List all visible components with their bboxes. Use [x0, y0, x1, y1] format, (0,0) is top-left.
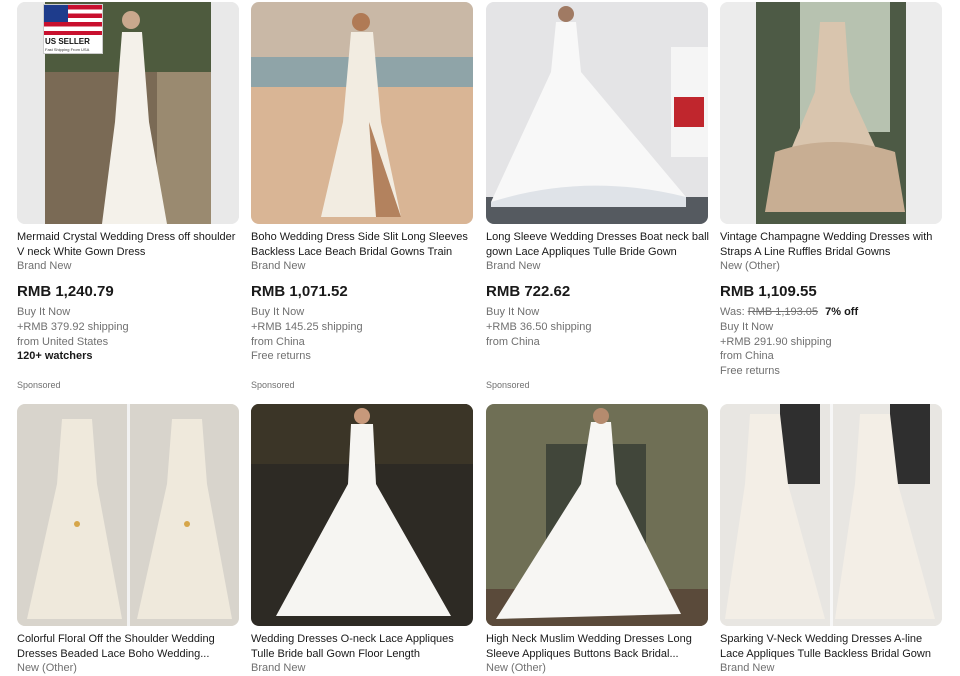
- dress-photo: [720, 404, 942, 626]
- listing-returns: Free returns: [251, 350, 311, 362]
- listing-image[interactable]: US SELLER Fast Shipping From USA: [17, 2, 239, 224]
- listing-image[interactable]: [486, 2, 708, 224]
- badge-label: US SELLER: [45, 37, 90, 46]
- listing-format: Buy It Now: [486, 306, 540, 318]
- listing-title[interactable]: Wedding Dresses O-neck Lace Appliques Tu…: [251, 632, 477, 662]
- listing-image[interactable]: [720, 404, 942, 626]
- listing-location: from China: [720, 350, 774, 362]
- listing-image[interactable]: [486, 404, 708, 626]
- listing-location: from United States: [17, 336, 109, 348]
- listing-title[interactable]: Colorful Floral Off the Shoulder Wedding…: [17, 632, 243, 662]
- sponsored-label: Sponsored: [251, 380, 295, 390]
- listing-title[interactable]: Long Sleeve Wedding Dresses Boat neck ba…: [486, 230, 712, 260]
- listing-shipping: +RMB 379.92 shipping: [17, 321, 129, 333]
- listing-returns: Free returns: [720, 365, 780, 377]
- listing-condition: New (Other): [17, 662, 77, 674]
- dress-photo: [720, 2, 942, 224]
- listing-condition: Brand New: [251, 662, 306, 674]
- listing-condition: New (Other): [486, 662, 546, 674]
- sponsored-label: Sponsored: [17, 380, 61, 390]
- listing-title[interactable]: Vintage Champagne Wedding Dresses with S…: [720, 230, 946, 260]
- listing-image[interactable]: [720, 2, 942, 224]
- listing-condition: Brand New: [720, 662, 775, 674]
- listing-condition: New (Other): [720, 260, 780, 272]
- listing-title[interactable]: Boho Wedding Dress Side Slit Long Sleeve…: [251, 230, 477, 260]
- listing-format: Buy It Now: [720, 321, 774, 333]
- badge-sub: Fast Shipping From USA: [45, 47, 90, 52]
- dress-photo: [486, 404, 708, 626]
- listing-price: RMB 1,240.79: [17, 283, 114, 300]
- listing-condition: Brand New: [17, 260, 72, 272]
- listing-location: from China: [251, 336, 305, 348]
- was-amount: RMB 1,193.05: [747, 306, 819, 318]
- listing-price: RMB 1,109.55: [720, 283, 817, 300]
- listing-watchers: 120+ watchers: [17, 350, 93, 362]
- dress-photo: [486, 2, 708, 224]
- listing-image[interactable]: [251, 2, 473, 224]
- dress-photo: [251, 404, 473, 626]
- listing-price: RMB 1,071.52: [251, 283, 348, 300]
- sponsored-label: Sponsored: [486, 380, 530, 390]
- listing-condition: Brand New: [486, 260, 541, 272]
- listing-title[interactable]: Mermaid Crystal Wedding Dress off should…: [17, 230, 243, 260]
- listing-title[interactable]: High Neck Muslim Wedding Dresses Long Sl…: [486, 632, 712, 662]
- listing-image[interactable]: [251, 404, 473, 626]
- listing-shipping: +RMB 291.90 shipping: [720, 336, 832, 348]
- listing-price: RMB 722.62: [486, 283, 571, 300]
- listing-was-price: Was: RMB 1,193.05 7% off: [720, 306, 858, 318]
- listing-format: Buy It Now: [251, 306, 305, 318]
- was-label: Was:: [720, 306, 745, 318]
- dress-photo: [17, 404, 239, 626]
- listing-shipping: +RMB 145.25 shipping: [251, 321, 363, 333]
- listing-shipping: +RMB 36.50 shipping: [486, 321, 592, 333]
- listing-title[interactable]: Sparking V-Neck Wedding Dresses A-line L…: [720, 632, 946, 662]
- listing-image[interactable]: [17, 404, 239, 626]
- discount-label: 7% off: [825, 306, 859, 318]
- listing-location: from China: [486, 336, 540, 348]
- dress-photo: [251, 2, 473, 224]
- listing-condition: Brand New: [251, 260, 306, 272]
- listing-format: Buy It Now: [17, 306, 71, 318]
- us-seller-badge: US SELLER Fast Shipping From USA: [43, 4, 103, 54]
